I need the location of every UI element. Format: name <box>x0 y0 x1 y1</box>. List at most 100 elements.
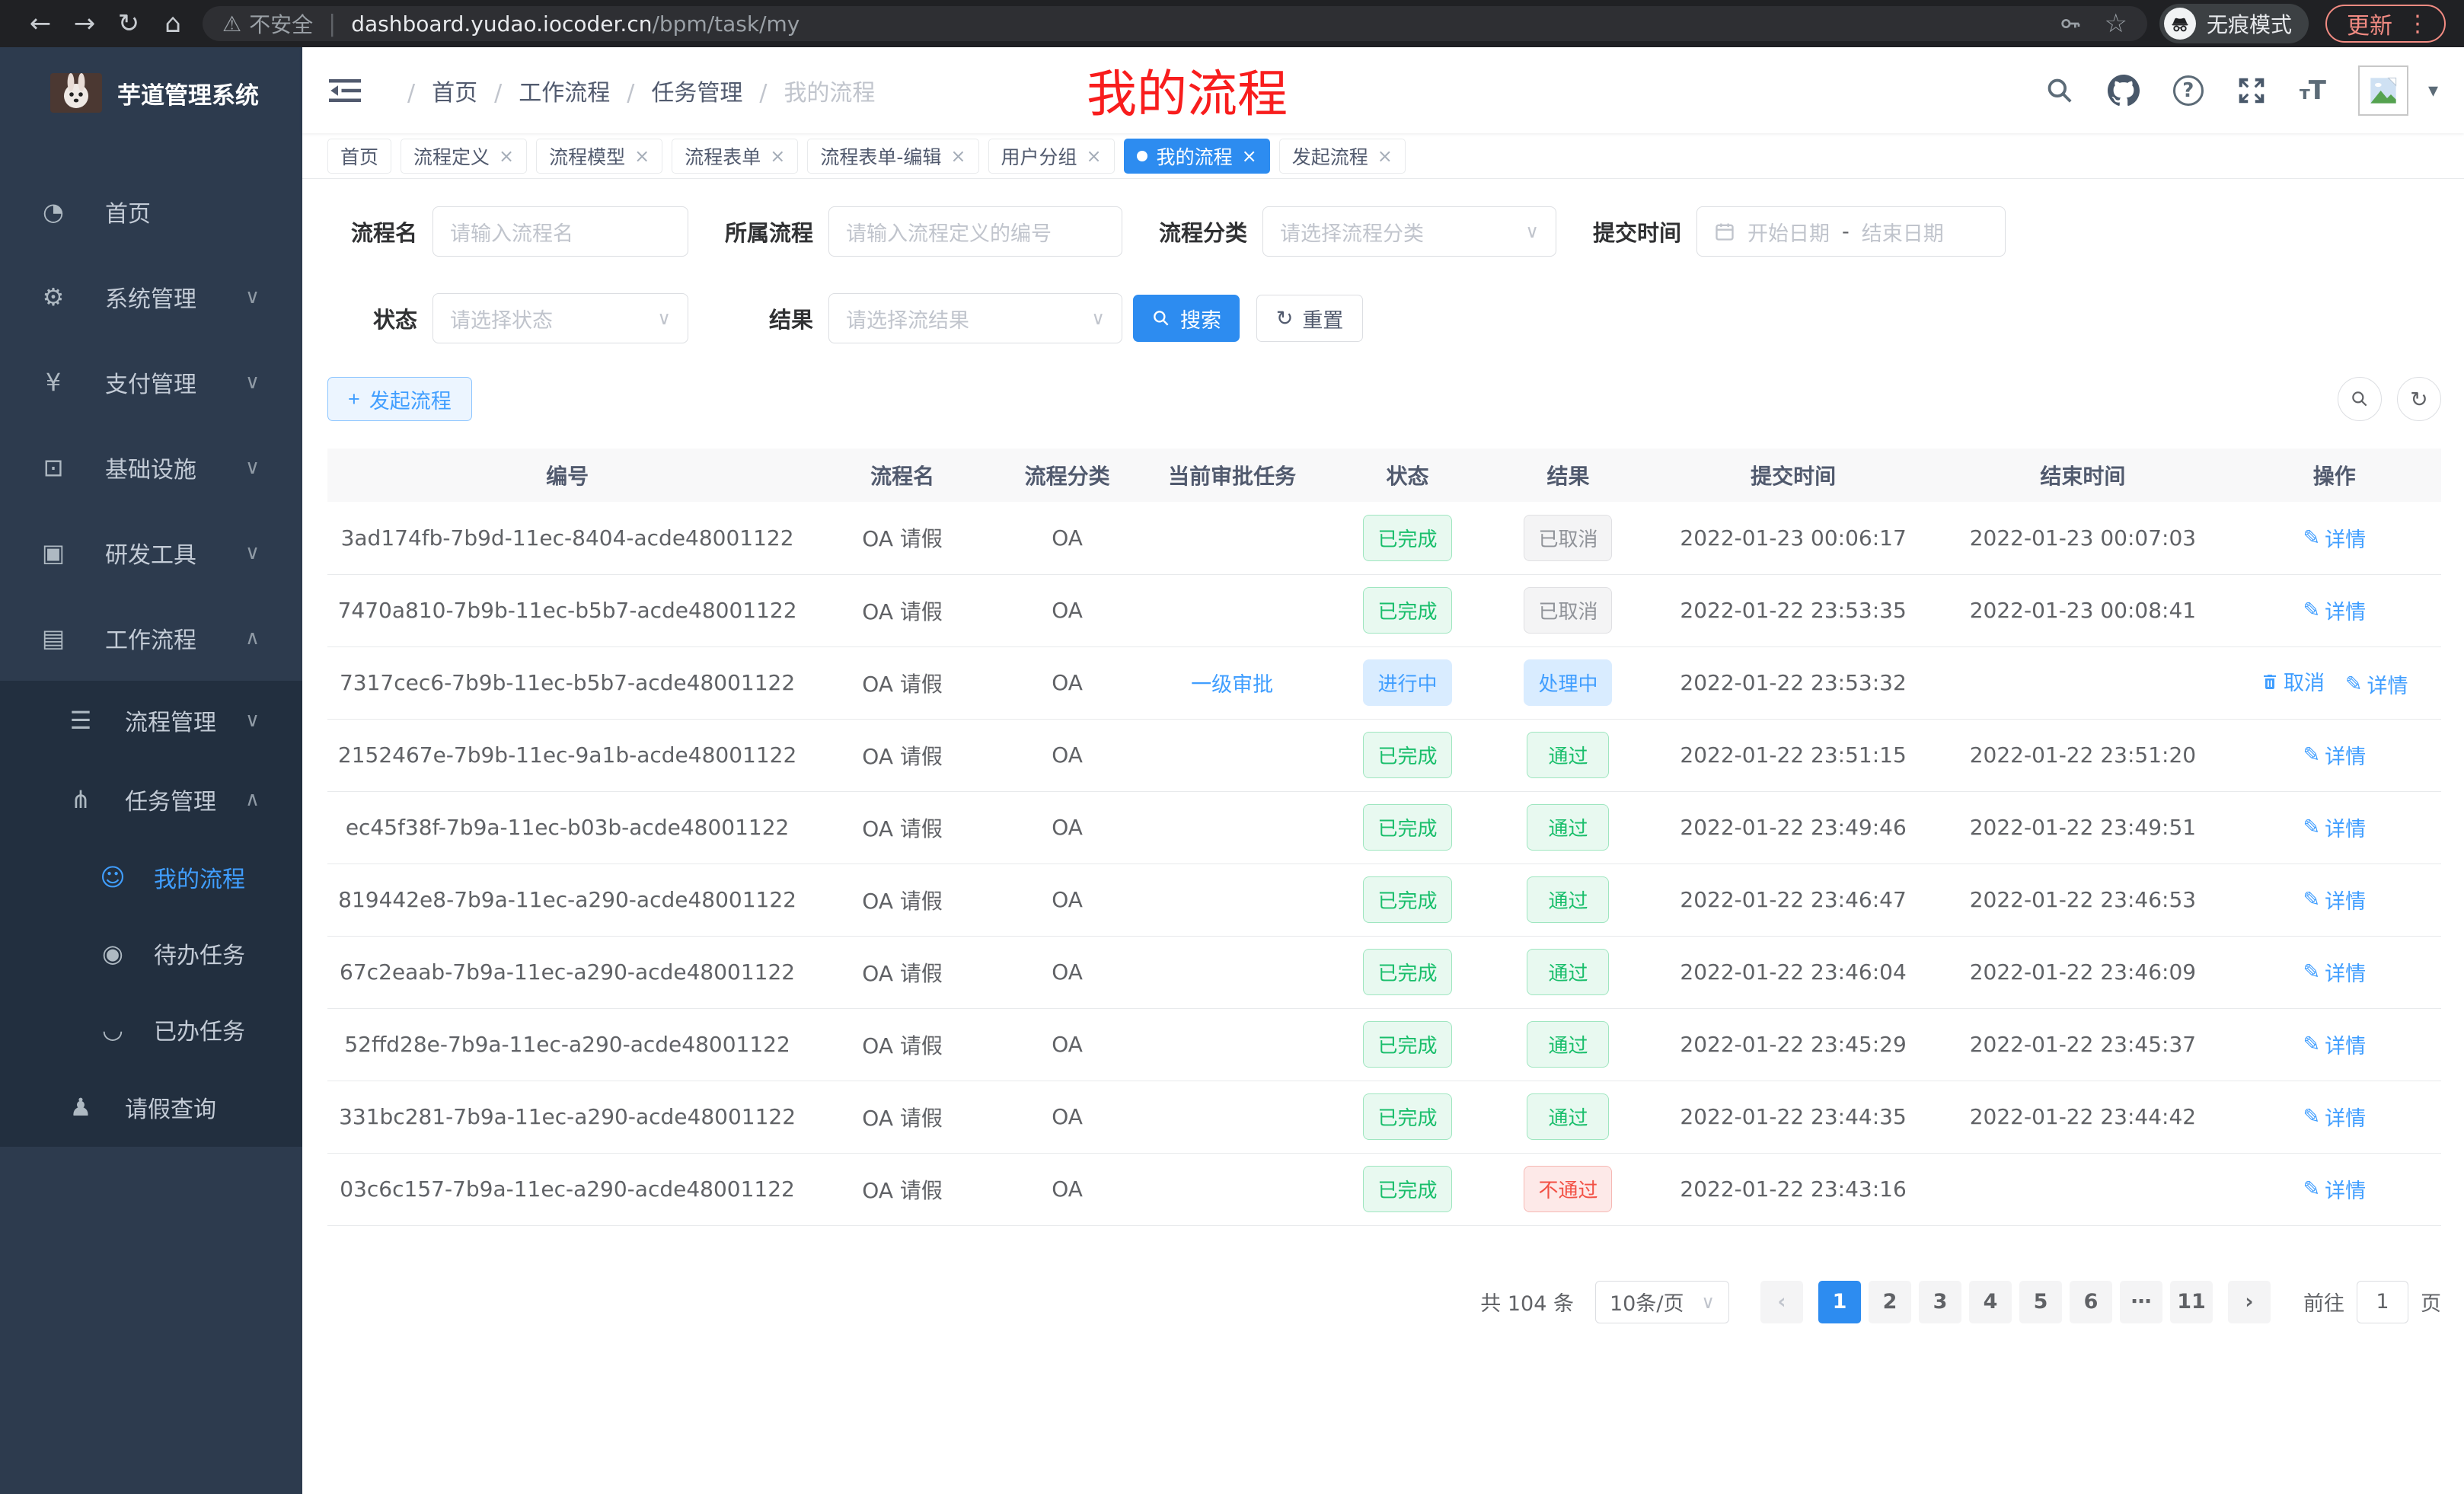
detail-link[interactable]: ✎ 详情 <box>2303 957 2366 987</box>
sidebar-item[interactable]: ⋔ 任务管理 ∧ <box>0 760 302 839</box>
help-icon[interactable]: ? <box>2173 75 2204 106</box>
tab[interactable]: 流程表单-编辑 × <box>807 139 978 174</box>
close-icon[interactable]: × <box>1377 145 1393 167</box>
sidebar-item[interactable]: ⚙ 系统管理 ∨ <box>0 254 302 340</box>
detail-link[interactable]: ✎ 详情 <box>2303 523 2366 553</box>
browser-reload-icon[interactable]: ↻ <box>107 8 151 39</box>
detail-link[interactable]: ✎ 详情 <box>2303 740 2366 770</box>
list-icon: ☰ <box>65 706 96 735</box>
detail-link[interactable]: ✎ 详情 <box>2303 1030 2366 1059</box>
sidebar-item[interactable]: ☰ 流程管理 ∨ <box>0 681 302 760</box>
tab[interactable]: 我的流程 × <box>1124 139 1270 174</box>
table-row: 331bc281-7b9a-11ec-a290-acde48001122 OA … <box>327 1081 2441 1153</box>
process-def-input[interactable]: 请输入流程定义的编号 <box>828 206 1122 257</box>
browser-home-icon[interactable]: ⌂ <box>151 8 195 39</box>
page-button[interactable]: 2 <box>1869 1281 1911 1323</box>
table-row: 67c2eaab-7b9a-11ec-a290-acde48001122 OA … <box>327 936 2441 1008</box>
sidebar-item[interactable]: ◉ 待办任务 <box>0 915 302 991</box>
detail-link[interactable]: ✎ 详情 <box>2303 812 2366 842</box>
avatar[interactable] <box>2358 65 2408 116</box>
page-button[interactable]: 5 <box>2019 1281 2062 1323</box>
sidebar-collapse-icon[interactable] <box>328 77 362 104</box>
breadcrumb-item[interactable]: 我的流程 <box>742 74 875 107</box>
filter-name-label: 流程名 <box>327 215 417 247</box>
font-size-icon[interactable]: тT <box>2300 75 2325 106</box>
tab[interactable]: 用户分组 × <box>988 139 1115 174</box>
flow-icon: ⋔ <box>65 785 96 814</box>
result-select[interactable]: 请选择流结果 ∨ <box>828 293 1122 343</box>
close-icon[interactable]: × <box>770 145 785 167</box>
detail-link[interactable]: ✎ 详情 <box>2303 1174 2366 1204</box>
tab[interactable]: 发起流程 × <box>1279 139 1406 174</box>
search-button[interactable]: 搜索 <box>1133 295 1240 342</box>
tab[interactable]: 流程模型 × <box>536 139 662 174</box>
tab[interactable]: 流程定义 × <box>401 139 527 174</box>
browser-forward-icon[interactable]: → <box>62 8 107 39</box>
browser-back-icon[interactable]: ← <box>18 8 62 39</box>
next-page-button[interactable]: › <box>2228 1281 2271 1323</box>
avatar-caret-icon[interactable]: ▾ <box>2428 79 2438 102</box>
close-icon[interactable]: × <box>950 145 965 167</box>
page-button[interactable]: 4 <box>1969 1281 2012 1323</box>
close-icon[interactable]: × <box>634 145 650 167</box>
submit-time-range-picker[interactable]: 开始日期 - 结束日期 <box>1696 206 2006 257</box>
breadcrumb-item[interactable]: 首页 <box>391 74 477 107</box>
refresh-table-button[interactable]: ↻ <box>2397 377 2441 421</box>
detail-link[interactable]: ✎ 详情 <box>2303 1102 2366 1132</box>
detail-link[interactable]: ✎ 详情 <box>2345 669 2408 699</box>
security-indicator[interactable]: ⚠ 不安全 <box>222 8 313 39</box>
detail-link[interactable]: ✎ 详情 <box>2303 595 2366 625</box>
key-icon[interactable] <box>2059 11 2083 36</box>
page-button[interactable]: 6 <box>2070 1281 2112 1323</box>
browser-update-button[interactable]: 更新 ⋮ <box>2325 5 2446 43</box>
search-icon[interactable] <box>2045 76 2074 105</box>
fullscreen-icon[interactable] <box>2237 76 2266 105</box>
github-icon[interactable] <box>2108 75 2140 107</box>
app-logo-row[interactable]: 芋道管理系统 <box>0 47 302 139</box>
plus-icon: + <box>348 388 360 411</box>
pencil-icon: ✎ <box>2303 1033 2320 1056</box>
sidebar-item[interactable]: ◡ 已办任务 <box>0 991 302 1068</box>
sidebar-item[interactable]: ☺ 我的流程 <box>0 839 302 915</box>
sidebar-item[interactable]: ¥ 支付管理 ∨ <box>0 340 302 425</box>
create-process-button[interactable]: + 发起流程 <box>327 377 472 421</box>
toggle-search-button[interactable] <box>2338 377 2382 421</box>
page-size-select[interactable]: 10条/页 ∨ <box>1595 1281 1729 1323</box>
row-end-time: 2022-01-22 23:44:42 <box>1938 1081 2227 1153</box>
row-submit-time: 2022-01-22 23:53:32 <box>1649 646 1938 719</box>
tab[interactable]: 流程表单 × <box>672 139 798 174</box>
process-name-input[interactable]: 请输入流程名 <box>432 206 688 257</box>
pencil-icon: ✎ <box>2303 526 2320 550</box>
sidebar-item[interactable]: ♟ 请假查询 <box>0 1068 302 1147</box>
close-icon[interactable]: × <box>1242 145 1257 167</box>
sidebar-item[interactable]: ⊡ 基础设施 ∨ <box>0 425 302 510</box>
sidebar-item[interactable]: ▣ 研发工具 ∨ <box>0 510 302 595</box>
page-button[interactable]: 11 <box>2170 1281 2213 1323</box>
sidebar-item[interactable]: ◔ 首页 <box>0 169 302 254</box>
category-select[interactable]: 请选择流程分类 ∨ <box>1262 206 1556 257</box>
total-count: 共 104 条 <box>1480 1287 1574 1317</box>
pencil-icon: ✎ <box>2303 1105 2320 1128</box>
status-select[interactable]: 请选择状态 ∨ <box>432 293 688 343</box>
tab[interactable]: 首页 <box>327 139 391 174</box>
detail-link[interactable]: ✎ 详情 <box>2303 885 2366 915</box>
row-process-name: OA 请假 <box>807 864 997 936</box>
address-bar[interactable]: ⚠ 不安全 | dashboard.yudao.iocoder.cn /bpm/… <box>203 6 2147 41</box>
browser-menu-icon[interactable]: ⋮ <box>2406 11 2429 37</box>
close-icon[interactable]: × <box>499 145 514 167</box>
goto-page-input[interactable]: 1 <box>2357 1281 2408 1323</box>
close-icon[interactable]: × <box>1087 145 1102 167</box>
page-button[interactable]: 1 <box>1818 1281 1861 1323</box>
breadcrumb-item[interactable]: 任务管理 <box>610 74 742 107</box>
sidebar-item[interactable]: ▤ 工作流程 ∧ <box>0 595 302 681</box>
current-task-link[interactable]: 一级审批 <box>1191 668 1273 698</box>
result-badge: 通过 <box>1527 876 1609 923</box>
status-badge: 进行中 <box>1363 659 1451 706</box>
bookmark-star-icon[interactable]: ☆ <box>2105 8 2127 39</box>
breadcrumb-item[interactable]: 工作流程 <box>477 74 610 107</box>
page-button[interactable]: 3 <box>1919 1281 1961 1323</box>
reset-button[interactable]: ↻ 重置 <box>1256 295 1363 342</box>
page-button[interactable]: ⋯ <box>2120 1281 2162 1323</box>
prev-page-button[interactable]: ‹ <box>1760 1281 1803 1323</box>
cancel-link[interactable]: 取消 <box>2261 666 2325 696</box>
